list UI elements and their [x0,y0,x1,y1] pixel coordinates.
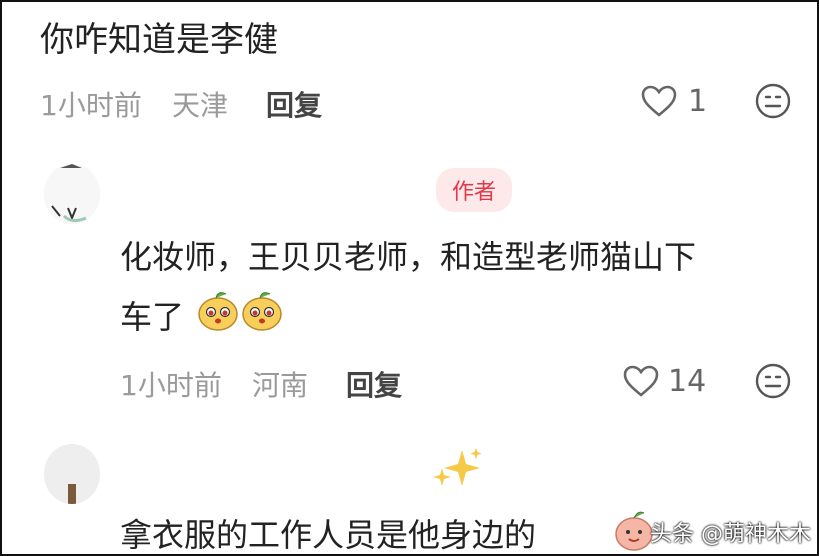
comment-1-location: 天津 [172,89,229,122]
comment-2-reply-button[interactable]: 回复 [346,364,402,404]
author-badge: 作者 [436,168,513,212]
comment-1-emoji-button[interactable] [754,82,792,124]
comment-2-like-button[interactable] [622,364,662,400]
avatar-image [44,164,100,224]
comment-2-time: 1小时前 [120,369,222,402]
mango-sticker-icon [196,288,240,336]
avatar-image [44,444,100,504]
comment-1-reply-button[interactable]: 回复 [266,84,322,124]
heart-icon [641,85,677,117]
mango-sticker-icon [240,288,284,336]
comment-3-avatar[interactable] [44,444,100,504]
comment-2-text-line2: 车了 [120,298,185,336]
watermark: 头条 @萌神木木 [650,522,811,547]
comment-1-text: 你咋知道是李健 [40,20,278,60]
heart-icon [623,365,659,397]
comment-2-location: 河南 [252,369,309,402]
comment-2-avatar[interactable] [44,164,100,224]
sparkles-icon [428,448,488,496]
smiley-face-icon [755,363,791,399]
smiley-face-icon [755,83,791,119]
comment-2-text-line1: 化妆师，王贝贝老师，和造型老师猫山下 [120,238,697,276]
comment-1-like-button[interactable] [640,84,680,120]
comment-2-like-count: 14 [668,364,707,399]
comment-1-like-count: 1 [688,84,708,119]
comment-2-emoji-button[interactable] [754,362,792,404]
comment-1-time: 1小时前 [40,89,142,122]
comment-3-text: 拿衣服的工作人员是他身边的 [120,516,537,554]
